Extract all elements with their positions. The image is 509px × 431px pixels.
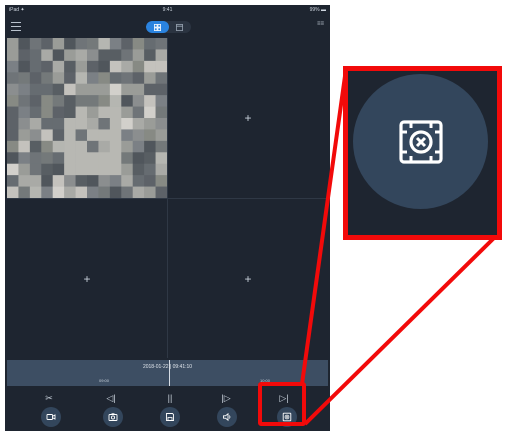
add-camera-icon: + xyxy=(83,272,91,286)
add-camera-icon: + xyxy=(244,111,252,125)
previous-frame-button[interactable]: ◁| xyxy=(104,391,118,405)
screenshot-button[interactable] xyxy=(103,407,123,427)
status-bar: iPad ✦ 9:41 99% ▬ xyxy=(5,5,330,16)
camera-pane-1[interactable] xyxy=(7,38,167,198)
tab-single-view[interactable] xyxy=(169,21,192,33)
timeline-readout: 2018-01-22 | 09:41:10 xyxy=(142,364,193,370)
view-mode-toggle xyxy=(146,21,191,33)
timeline-scale-label: 09:00 xyxy=(99,378,110,383)
audio-button[interactable] xyxy=(217,407,237,427)
hamburger-icon[interactable] xyxy=(11,22,21,31)
grid-4-icon xyxy=(153,23,161,31)
zoom-callout xyxy=(343,66,502,240)
window-close-icon xyxy=(398,119,443,164)
highlight-box xyxy=(258,382,306,426)
add-camera-icon: + xyxy=(244,272,252,286)
next-frame-button[interactable]: |▷ xyxy=(219,391,233,405)
grid-divider xyxy=(7,198,328,199)
camera-pane-2[interactable]: + xyxy=(168,38,328,198)
save-button[interactable] xyxy=(160,407,180,427)
speaker-icon xyxy=(223,412,231,422)
single-window-icon xyxy=(176,23,184,31)
app-screen: iPad ✦ 9:41 99% ▬ ≡≡ + + + 2018-01-22 | … xyxy=(5,5,330,431)
tab-multi-view[interactable] xyxy=(146,21,169,33)
pause-button[interactable]: || xyxy=(163,391,177,405)
camera-pane-3[interactable]: + xyxy=(7,199,167,359)
camera-pane-4[interactable]: + xyxy=(168,199,328,359)
video-camera-icon xyxy=(46,414,56,420)
video-feed xyxy=(7,38,167,198)
record-button[interactable] xyxy=(41,407,61,427)
timeline-cursor[interactable] xyxy=(169,360,170,386)
cut-button[interactable]: ✂ xyxy=(42,391,56,405)
floppy-disk-icon xyxy=(166,413,174,421)
top-right-menu-button[interactable]: ≡≡ xyxy=(317,21,324,27)
top-bar: ≡≡ xyxy=(5,16,330,38)
zoomed-stop-all-button xyxy=(353,74,488,209)
camera-icon xyxy=(108,413,118,421)
figure: iPad ✦ 9:41 99% ▬ ≡≡ + + + 2018-01-22 | … xyxy=(0,0,509,431)
camera-grid: + + + xyxy=(7,38,328,358)
status-time: 9:41 xyxy=(162,7,173,13)
status-battery: 99% ▬ xyxy=(309,7,326,13)
